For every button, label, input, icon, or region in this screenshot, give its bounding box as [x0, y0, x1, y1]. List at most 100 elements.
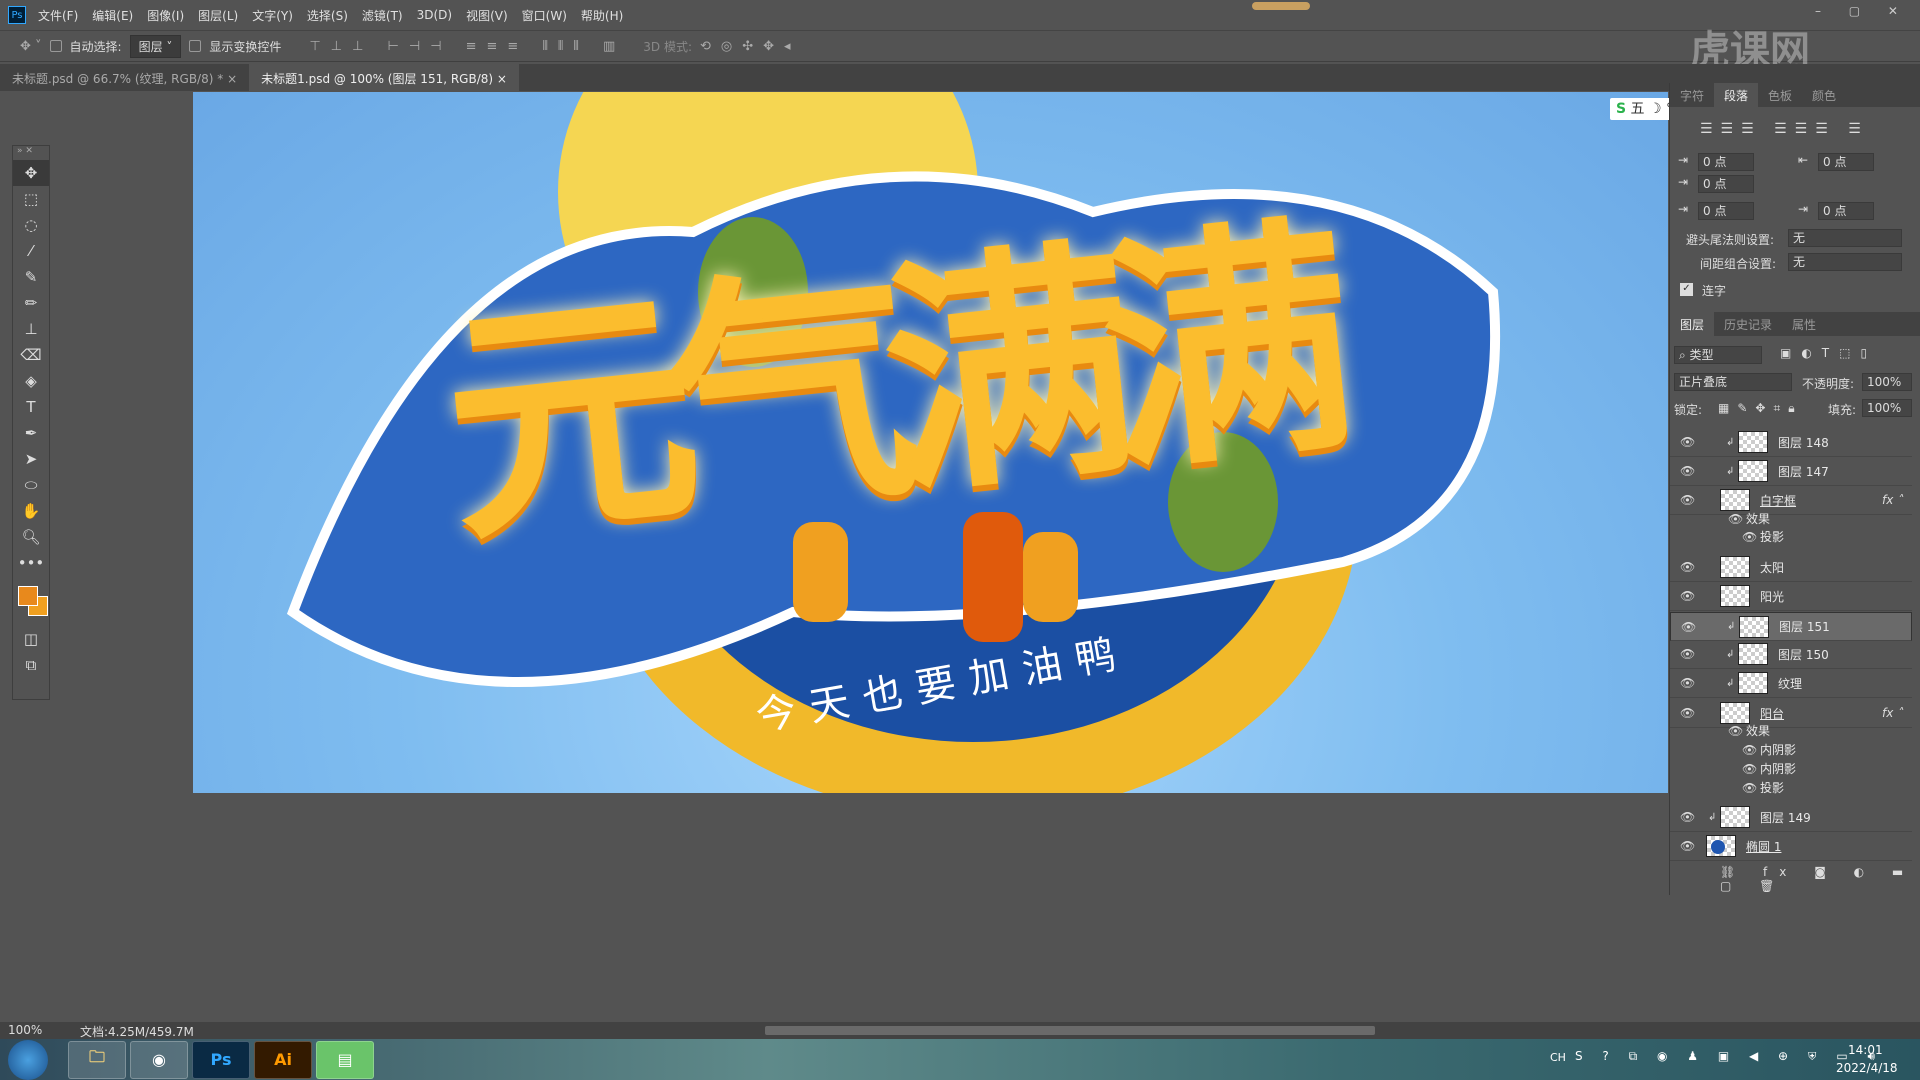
layer-effect-row[interactable]: 👁︎ 效果 [1670, 721, 1912, 740]
hand-tool-icon[interactable]: ✋ [13, 498, 49, 524]
layer-row[interactable]: 👁︎ 太阳 [1670, 553, 1912, 582]
taskbar-photoshop[interactable]: Ps [192, 1040, 250, 1079]
tab-layers[interactable]: 图层 [1670, 312, 1715, 336]
layer-row[interactable]: 👁︎ ↲ 图层 147 [1670, 457, 1912, 486]
more-tools-icon[interactable]: ••• [13, 550, 49, 576]
foreground-color-swatch[interactable] [18, 586, 38, 606]
auto-select-checkbox[interactable] [49, 40, 62, 52]
move-tool-icon[interactable]: ✥ [13, 160, 49, 186]
canvas[interactable]: 元气满满 今天也要加油鸭 S 五 [193, 92, 1668, 793]
color-swatches[interactable] [13, 576, 49, 626]
effect-visibility-icon[interactable]: 👁︎ [1742, 743, 1757, 757]
tab-history[interactable]: 历史记录 [1714, 312, 1782, 336]
auto-select-dropdown[interactable]: 图层 ˅ [129, 34, 182, 58]
language-indicator[interactable]: CH [1550, 1051, 1566, 1064]
type-tool-icon[interactable]: T [13, 394, 49, 420]
alignment-buttons[interactable]: ☰☰☰ ☰☰☰ ☰ [1700, 121, 1869, 137]
tab-document-2[interactable]: 未标题1.psd @ 100% (图层 151, RGB/8) × [249, 64, 519, 91]
layer-thumbnail[interactable] [1738, 643, 1768, 665]
layer-row[interactable]: 👁︎ 阳光 [1670, 582, 1912, 611]
menu-3d[interactable]: 3D(D) [417, 8, 452, 22]
taskbar-notes[interactable]: ▤ [316, 1040, 374, 1079]
tab-properties[interactable]: 属性 [1782, 312, 1826, 336]
visibility-eye-icon[interactable]: 👁︎ [1680, 464, 1695, 478]
tab-paragraph[interactable]: 段落 [1714, 83, 1759, 107]
screen-mode-icon[interactable]: ⧉ [13, 652, 49, 678]
effect-visibility-icon[interactable]: 👁︎ [1742, 781, 1757, 795]
stamp-tool-icon[interactable]: ⊥ [13, 316, 49, 342]
start-button[interactable] [8, 1039, 48, 1080]
effect-visibility-icon[interactable]: 👁︎ [1728, 724, 1743, 738]
space-before-field[interactable]: 0 点 [1698, 202, 1754, 220]
indent-right-field[interactable]: 0 点 [1818, 153, 1874, 171]
menu-help[interactable]: 帮助(H) [581, 7, 623, 24]
menu-file[interactable]: 文件(F) [38, 7, 78, 24]
brush-tool-icon[interactable]: ✏ [13, 290, 49, 316]
indent-first-field[interactable]: 0 点 [1698, 175, 1754, 193]
layer-actions[interactable]: ⛓ fx ◙ ◐ ▬ ▢ 🗑︎ [1720, 865, 1920, 893]
visibility-eye-icon[interactable]: 👁︎ [1680, 493, 1695, 507]
effect-visibility-icon[interactable]: 👁︎ [1728, 512, 1743, 526]
menu-view[interactable]: 视图(V) [466, 7, 508, 24]
layer-row[interactable]: 👁︎ ↲ 图层 149 [1670, 803, 1912, 832]
visibility-eye-icon[interactable]: 👁︎ [1680, 810, 1695, 824]
menu-image[interactable]: 图像(I) [147, 7, 184, 24]
hyphenate-checkbox[interactable]: ✓ [1680, 283, 1693, 296]
filter-icons[interactable]: ▣◐T⬚▯ [1780, 346, 1877, 360]
layer-row[interactable]: 👁︎ ↲ 图层 148 [1670, 428, 1912, 457]
blend-mode-dropdown[interactable]: 正片叠底 [1674, 373, 1792, 391]
layer-thumbnail[interactable] [1738, 460, 1768, 482]
pen-tool-icon[interactable]: ✒ [13, 420, 49, 446]
lock-icons[interactable]: ▦✎✥⌗🔒︎ [1718, 401, 1803, 416]
visibility-eye-icon[interactable]: 👁︎ [1680, 706, 1695, 720]
menu-select[interactable]: 选择(S) [307, 7, 348, 24]
zoom-tool-icon[interactable]: 🔍︎ [13, 524, 49, 550]
layer-thumbnail[interactable] [1739, 615, 1769, 638]
visibility-eye-icon[interactable]: 👁︎ [1680, 647, 1695, 661]
fx-icon[interactable]: fx ˄ [1882, 493, 1903, 507]
ellipse-tool-icon[interactable]: ⬭ [13, 472, 49, 498]
effect-visibility-icon[interactable]: 👁︎ [1742, 762, 1757, 776]
eraser-tool-icon[interactable]: ⌫ [13, 342, 49, 368]
space-after-field[interactable]: 0 点 [1818, 202, 1874, 220]
indent-left-field[interactable]: 0 点 [1698, 153, 1754, 171]
layer-thumbnail[interactable] [1720, 806, 1750, 828]
layer-thumbnail[interactable] [1738, 672, 1768, 694]
eyedropper-icon[interactable]: ✎ [13, 264, 49, 290]
tab-swatches[interactable]: 色板 [1758, 83, 1802, 107]
close-icon[interactable]: × [227, 72, 237, 86]
kinsoku-dropdown[interactable]: 无 [1788, 229, 1902, 247]
taskbar-illustrator[interactable]: Ai [254, 1040, 312, 1079]
align-icons[interactable]: ⊤⊥⊥ ⊢⊣⊣ ≡≡≡ ⫴⫴⫴ ▥ [309, 39, 625, 54]
menu-window[interactable]: 窗口(W) [522, 7, 567, 24]
taskbar-explorer[interactable]: 🗀 [68, 1040, 126, 1079]
layer-thumbnail[interactable] [1706, 835, 1736, 857]
menu-layer[interactable]: 图层(L) [198, 7, 238, 24]
3d-mode-icons[interactable]: ⟲◎✣✥◂ [700, 39, 801, 54]
fx-icon[interactable]: fx ˄ [1882, 706, 1903, 720]
visibility-eye-icon[interactable]: 👁︎ [1680, 589, 1695, 603]
layer-thumbnail[interactable] [1720, 585, 1750, 607]
visibility-eye-icon[interactable]: 👁︎ [1681, 620, 1696, 634]
paint-bucket-icon[interactable]: ◈ [13, 368, 49, 394]
layer-filter-dropdown[interactable]: ⌕ 类型 [1674, 346, 1762, 364]
tab-color[interactable]: 颜色 [1802, 83, 1846, 107]
opacity-field[interactable]: 100% [1862, 373, 1912, 391]
marquee-tool-icon[interactable]: ⬚ [13, 186, 49, 212]
horizontal-scrollbar[interactable] [765, 1026, 1375, 1035]
menu-edit[interactable]: 编辑(E) [92, 7, 133, 24]
close-icon[interactable]: × [497, 72, 507, 86]
lasso-tool-icon[interactable]: ◌ [13, 212, 49, 238]
visibility-eye-icon[interactable]: 👁︎ [1680, 676, 1695, 690]
menu-filter[interactable]: 滤镜(T) [362, 7, 403, 24]
show-transform-checkbox[interactable] [189, 40, 202, 52]
window-controls[interactable]: – ▢ ✕ [1815, 4, 1910, 18]
layer-row[interactable]: 👁︎ ↲ 图层 151 [1670, 612, 1912, 641]
effect-visibility-icon[interactable]: 👁︎ [1742, 530, 1757, 544]
layer-row[interactable]: 👁︎ 椭圆 1 [1670, 832, 1912, 861]
quick-mask-icon[interactable]: ◫ [13, 626, 49, 652]
layer-effect-row[interactable]: 👁︎ 投影 [1670, 527, 1912, 546]
layer-thumbnail[interactable] [1720, 556, 1750, 578]
layer-effect-row[interactable]: 👁︎ 效果 [1670, 509, 1912, 528]
taskbar-obs[interactable]: ◉ [130, 1040, 188, 1079]
